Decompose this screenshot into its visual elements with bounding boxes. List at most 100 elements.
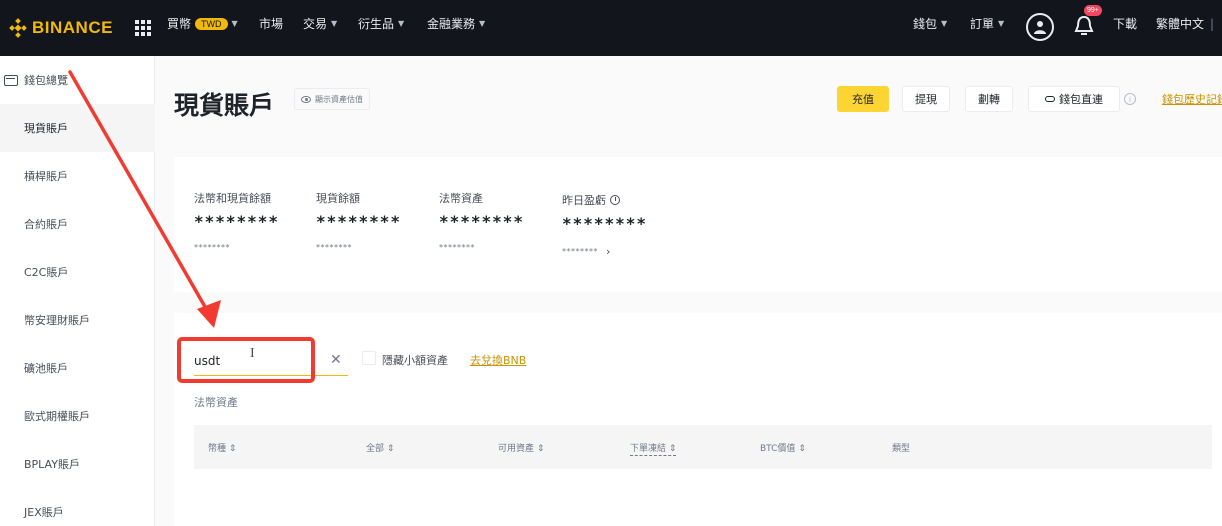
- balance-sub-value: ********: [562, 247, 598, 256]
- nav-finance-label: 金融業務: [427, 17, 476, 31]
- nav-buy-crypto-label: 買幣: [167, 17, 192, 31]
- apps-grid-icon[interactable]: [134, 20, 151, 36]
- column-coin[interactable]: 幣種 ⇕: [208, 441, 236, 454]
- wallet-direct-button[interactable]: 錢包直連: [1028, 86, 1120, 112]
- sort-icon: ⇕: [386, 444, 395, 454]
- sidebar-item-label: BPLAY賬戶: [24, 458, 80, 471]
- sidebar-item-label: JEX賬戶: [24, 506, 64, 519]
- column-in-order[interactable]: 下單凍結 ⇕: [630, 441, 677, 456]
- balance-value: ********: [194, 212, 280, 231]
- balance-value: ********: [562, 214, 648, 233]
- twd-badge: TWD: [195, 17, 228, 30]
- sidebar-item-label: C2C賬戶: [24, 266, 69, 279]
- sidebar-item-margin[interactable]: 槓桿賬戶: [0, 152, 155, 200]
- sidebar-item-label: 錢包總覽: [24, 74, 68, 87]
- sidebar-item-label: 合約賬戶: [24, 218, 68, 231]
- nav-download[interactable]: 下載: [1113, 15, 1137, 32]
- wallet-direct-label: 錢包直連: [1059, 93, 1103, 106]
- column-label: 全部: [366, 444, 385, 454]
- withdraw-button[interactable]: 提現: [902, 86, 950, 112]
- balance-label-row: 昨日盈虧: [562, 192, 647, 208]
- user-avatar-icon[interactable]: [1026, 13, 1054, 41]
- info-icon[interactable]: i: [1124, 93, 1136, 105]
- chevron-down-icon: ▼: [331, 19, 338, 28]
- sort-icon: ⇕: [668, 444, 677, 454]
- nav-wallet[interactable]: 錢包 ▼: [913, 15, 947, 32]
- balance-label: 法幣和現貨餘額: [194, 192, 271, 205]
- sort-icon: ⇕: [798, 444, 806, 454]
- chevron-down-icon: ▼: [479, 19, 486, 28]
- balance-label: 現貨餘額: [316, 192, 360, 205]
- sidebar-item-spot[interactable]: 現貨賬戶: [0, 104, 155, 152]
- eye-icon: [301, 95, 311, 103]
- sidebar-item-label: 幣安理財賬戶: [24, 314, 90, 327]
- link-icon: [1045, 96, 1055, 102]
- balance-sub-value: ********: [439, 243, 475, 252]
- show-values-label: 顯示資產估值: [315, 94, 363, 104]
- clear-search-icon[interactable]: ✕: [330, 352, 342, 368]
- section-label: 法幣資產: [194, 396, 238, 409]
- logo-text: BINANCE: [32, 18, 113, 37]
- nav-language-label: 繁體中文: [1156, 17, 1205, 31]
- convert-bnb-link[interactable]: 去兌換BNB: [470, 352, 526, 368]
- chevron-down-icon: ▼: [231, 19, 238, 28]
- page-title: 現貨賬戶: [174, 91, 275, 120]
- sidebar-item-label: 槓桿賬戶: [24, 170, 68, 183]
- nav-derivatives-label: 衍生品: [358, 17, 395, 31]
- nav-trade-label: 交易: [303, 17, 328, 31]
- balance-sub-value: ********: [316, 243, 352, 252]
- hide-small-label[interactable]: 隱藏小額資產: [382, 352, 448, 368]
- show-values-toggle[interactable]: 顯示資產估值: [294, 88, 370, 110]
- column-available[interactable]: 可用資產 ⇕: [498, 441, 544, 454]
- nav-orders[interactable]: 訂單 ▼: [970, 15, 1004, 32]
- user-icon: [1034, 21, 1046, 34]
- balance-yesterday-pnl: 昨日盈虧 ******** ******** ›: [562, 192, 647, 258]
- nav-markets[interactable]: 市場: [259, 15, 283, 32]
- column-label: BTC價值: [760, 444, 796, 454]
- hide-small-checkbox[interactable]: [362, 351, 376, 365]
- sidebar-item-options[interactable]: 歐式期權賬戶: [0, 392, 155, 440]
- column-label: 可用資產: [498, 444, 535, 454]
- sidebar-item-futures[interactable]: 合約賬戶: [0, 200, 155, 248]
- chevron-down-icon: ▼: [998, 19, 1005, 28]
- binance-logo-icon: [9, 18, 27, 38]
- balance-label: 昨日盈虧: [562, 194, 606, 207]
- notification-count-badge: 99+: [1084, 5, 1102, 16]
- balance-sub-value: ********: [194, 243, 230, 252]
- nav-divider: |: [1210, 16, 1215, 31]
- sidebar-item-label: 現貨賬戶: [24, 122, 68, 135]
- sidebar-item-earn[interactable]: 幣安理財賬戶: [0, 296, 155, 344]
- column-total[interactable]: 全部 ⇕: [366, 441, 394, 454]
- nav-language[interactable]: 繁體中文 |: [1156, 15, 1214, 32]
- nav-buy-crypto[interactable]: 買幣 TWD ▼: [167, 15, 238, 32]
- sidebar-item-c2c[interactable]: C2C賬戶: [0, 248, 155, 296]
- binance-logo[interactable]: BINANCE: [8, 18, 113, 38]
- sort-icon: ⇕: [228, 444, 237, 454]
- clock-icon[interactable]: [610, 195, 620, 205]
- column-label: 類型: [892, 444, 911, 454]
- nav-finance[interactable]: 金融業務 ▼: [427, 15, 485, 32]
- nav-trade[interactable]: 交易 ▼: [303, 15, 337, 32]
- chevron-right-icon: ›: [606, 245, 611, 258]
- transfer-button[interactable]: 劃轉: [965, 86, 1013, 112]
- sidebar-item-pool[interactable]: 礦池賬戶: [0, 344, 155, 392]
- nav-derivatives[interactable]: 衍生品 ▼: [358, 15, 404, 32]
- sidebar-item-bplay[interactable]: BPLAY賬戶: [0, 440, 155, 488]
- deposit-button[interactable]: 充值: [837, 86, 889, 112]
- wallet-history-link[interactable]: 錢包歷史記錄: [1162, 91, 1222, 107]
- nav-markets-label: 市場: [259, 17, 284, 31]
- sidebar-item-jex[interactable]: JEX賬戶: [0, 488, 155, 526]
- column-label: 下單凍結: [630, 444, 667, 454]
- sidebar-item-wallet-overview[interactable]: 錢包總覽: [0, 56, 155, 104]
- column-btc-value[interactable]: BTC價值 ⇕: [760, 441, 806, 454]
- notification-bell-icon[interactable]: [1073, 14, 1095, 38]
- nav-wallet-label: 錢包: [913, 17, 938, 31]
- sidebar: 錢包總覽 現貨賬戶 槓桿賬戶 合約賬戶 C2C賬戶 幣安理財賬戶 礦池賬戶 歐式…: [0, 56, 155, 526]
- sidebar-item-label: 礦池賬戶: [24, 362, 68, 375]
- sort-icon: ⇕: [536, 444, 545, 454]
- balance-sub-row[interactable]: ******** ›: [562, 245, 647, 258]
- nav-download-label: 下載: [1113, 17, 1138, 31]
- highlight-box: [177, 337, 315, 383]
- balance-spot: 現貨餘額 ******** ********: [316, 190, 401, 252]
- sidebar-item-label: 歐式期權賬戶: [24, 410, 90, 423]
